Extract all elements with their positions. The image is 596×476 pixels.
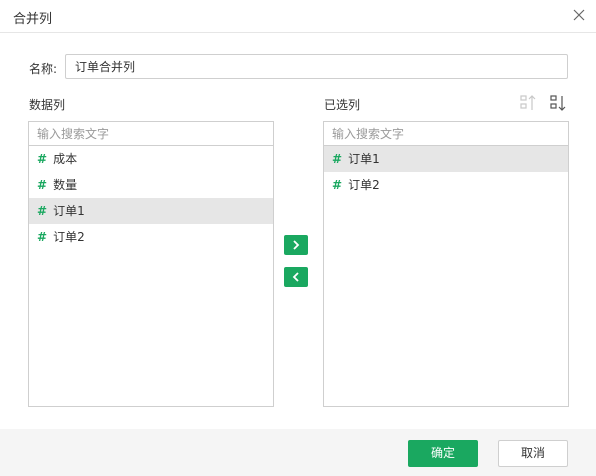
list-item-label: 成本 bbox=[53, 152, 78, 166]
data-columns-listbox: # 成本 # 数量 # 订单1 # 订单2 bbox=[28, 121, 274, 407]
numeric-field-icon: # bbox=[37, 178, 48, 192]
name-input[interactable] bbox=[65, 54, 568, 79]
selected-columns-list: # 订单1 # 订单2 bbox=[324, 146, 568, 198]
numeric-field-icon: # bbox=[332, 152, 343, 166]
sort-descending-icon[interactable] bbox=[549, 93, 569, 113]
list-item[interactable]: # 订单2 bbox=[29, 224, 273, 250]
selected-columns-title: 已选列 bbox=[324, 98, 361, 112]
name-label: 名称: bbox=[29, 62, 58, 76]
data-columns-title: 数据列 bbox=[29, 98, 66, 112]
list-item-label: 订单2 bbox=[53, 230, 85, 244]
move-right-button[interactable] bbox=[284, 235, 308, 255]
selected-columns-listbox: # 订单1 # 订单2 bbox=[323, 121, 569, 407]
data-columns-search-input[interactable] bbox=[29, 122, 273, 146]
list-item-label: 订单2 bbox=[348, 178, 380, 192]
chevron-left-icon bbox=[292, 272, 299, 282]
list-item[interactable]: # 订单1 bbox=[324, 146, 568, 172]
list-item-label: 订单1 bbox=[348, 152, 380, 166]
numeric-field-icon: # bbox=[332, 178, 343, 192]
list-item-label: 数量 bbox=[53, 178, 78, 192]
chevron-right-icon bbox=[293, 240, 300, 250]
numeric-field-icon: # bbox=[37, 152, 48, 166]
list-item-label: 订单1 bbox=[53, 204, 85, 218]
data-columns-list: # 成本 # 数量 # 订单1 # 订单2 bbox=[29, 146, 273, 250]
numeric-field-icon: # bbox=[37, 204, 48, 218]
list-item[interactable]: # 成本 bbox=[29, 146, 273, 172]
sort-ascending-icon[interactable] bbox=[519, 93, 539, 113]
close-icon[interactable] bbox=[570, 6, 588, 24]
numeric-field-icon: # bbox=[37, 230, 48, 244]
ok-button[interactable]: 确定 bbox=[408, 440, 478, 467]
list-item[interactable]: # 订单2 bbox=[324, 172, 568, 198]
cancel-button[interactable]: 取消 bbox=[498, 440, 568, 467]
dialog-titlebar: 合并列 bbox=[0, 0, 596, 33]
list-item[interactable]: # 订单1 bbox=[29, 198, 273, 224]
dialog-title: 合并列 bbox=[13, 12, 53, 27]
merge-columns-dialog: 合并列 名称: 数据列 # 成本 # 数量 # 订单1 # 订单2 已选列 bbox=[0, 0, 596, 476]
list-item[interactable]: # 数量 bbox=[29, 172, 273, 198]
selected-columns-search-input[interactable] bbox=[324, 122, 568, 146]
move-left-button[interactable] bbox=[284, 267, 308, 287]
